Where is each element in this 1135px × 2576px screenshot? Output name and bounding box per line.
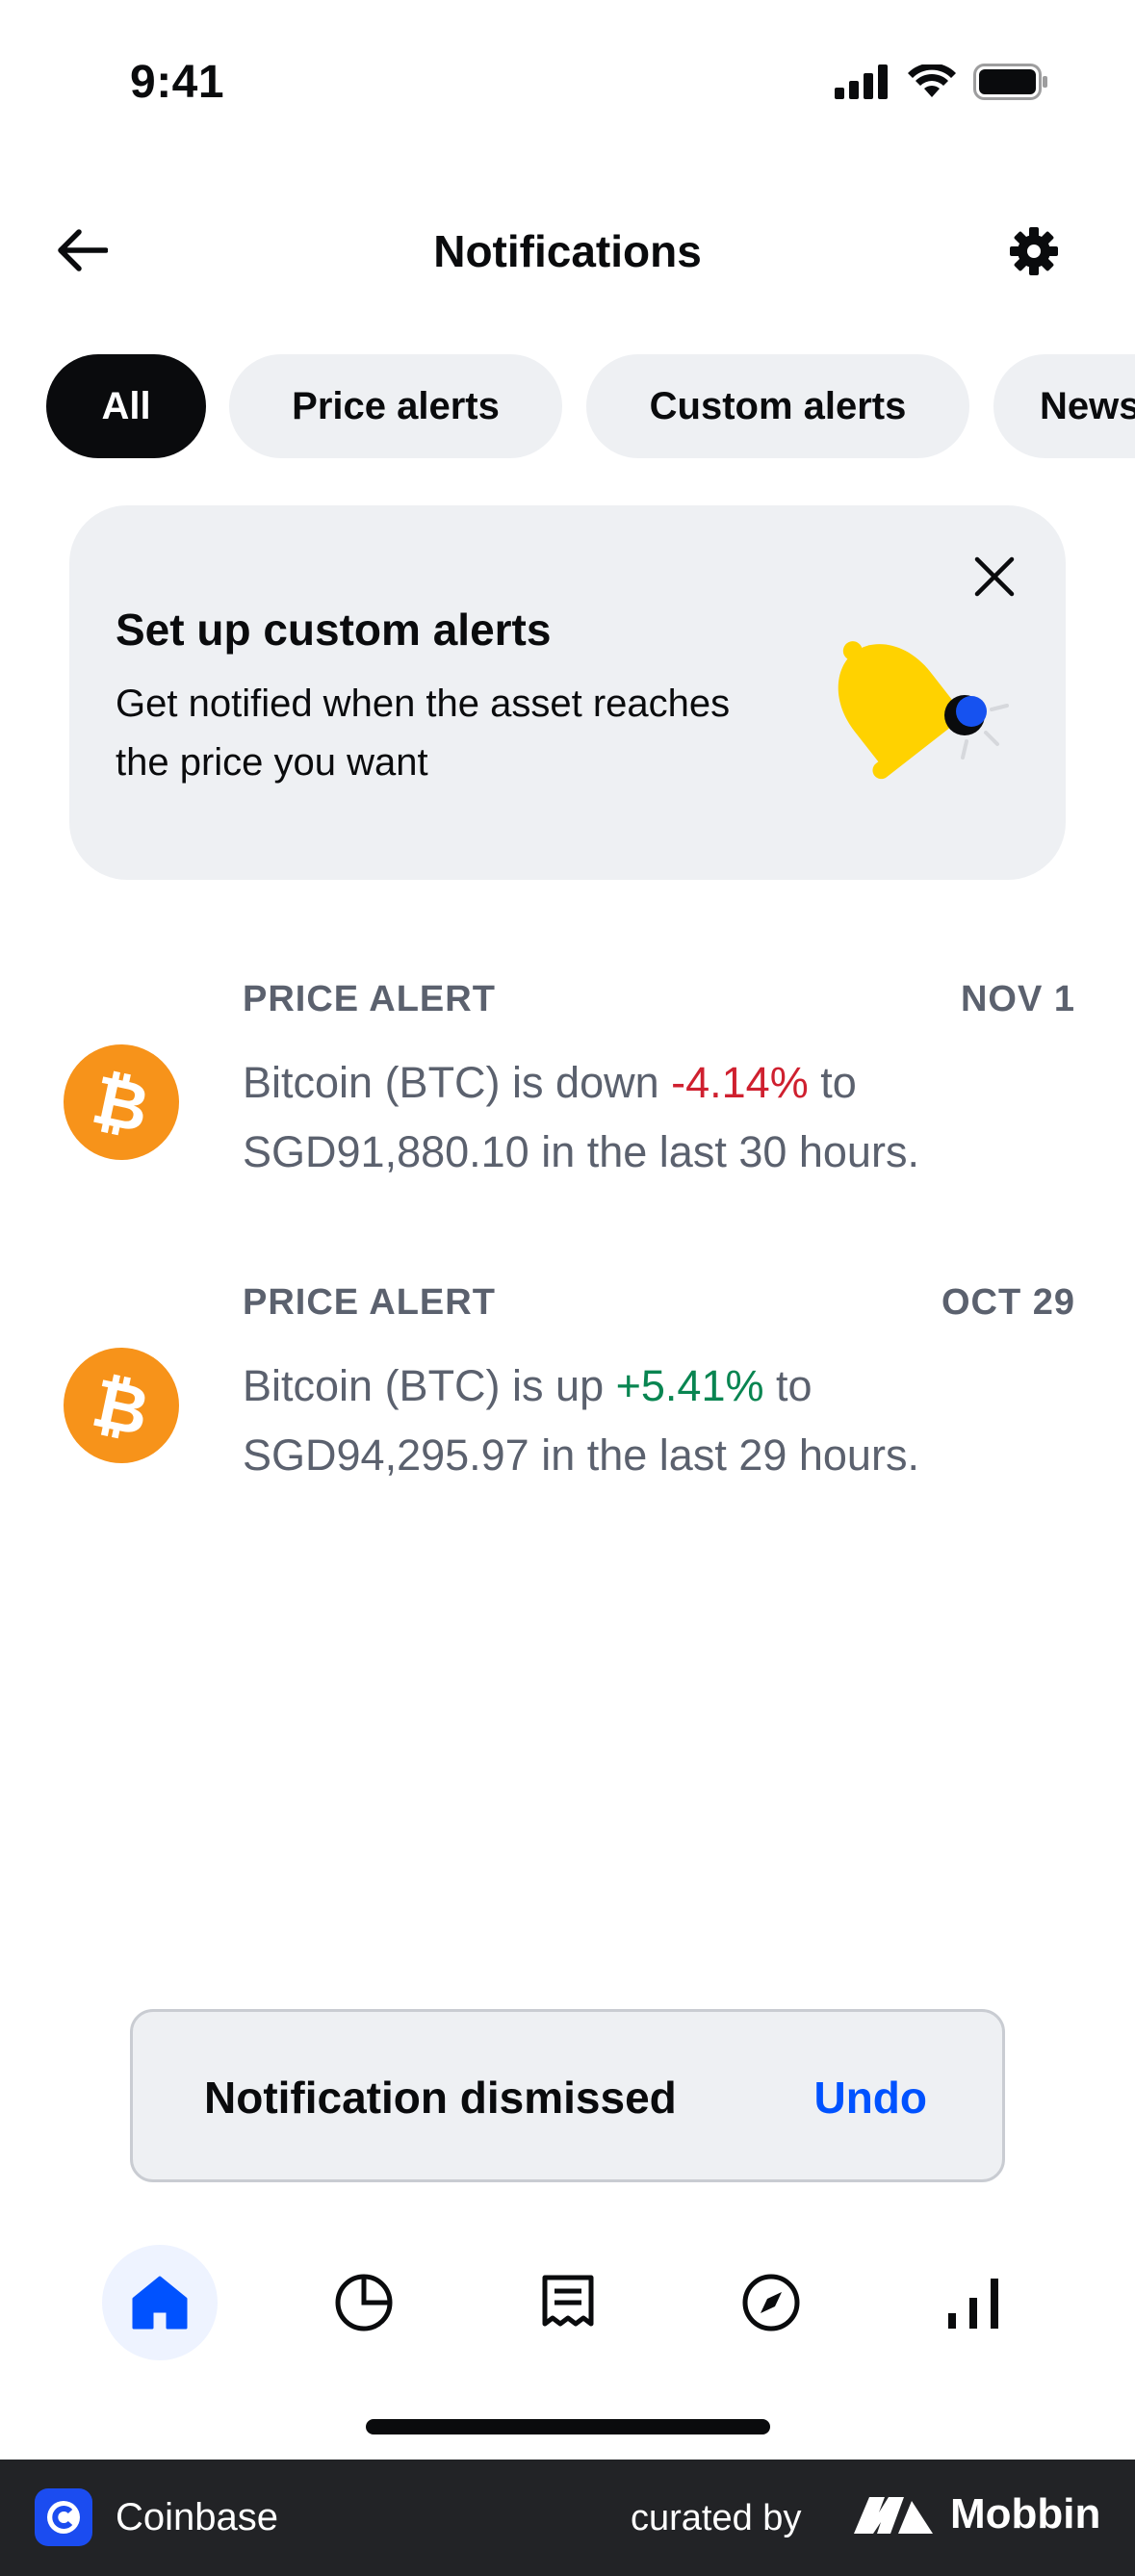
status-bar: 9:41: [0, 0, 1135, 164]
bell-illustration-icon: [838, 641, 1009, 780]
footer-app-name: Coinbase: [116, 2496, 279, 2538]
filter-chip-custom-alerts[interactable]: Custom alerts: [586, 354, 969, 458]
filter-chip-all[interactable]: All: [46, 354, 206, 458]
close-icon: [974, 556, 1015, 597]
notification-type: PRICE ALERT: [243, 1282, 496, 1323]
home-icon: [132, 2276, 188, 2330]
status-icons: [835, 64, 1048, 100]
svg-text:₿: ₿: [90, 1064, 152, 1141]
nav-news[interactable]: [510, 2245, 626, 2360]
portfolio-icon: [335, 2274, 393, 2331]
notification-text-before: Bitcoin (BTC) is up: [243, 1361, 616, 1410]
price-change-positive: +5.41%: [615, 1361, 764, 1410]
promo-body: Get notified when the asset reaches the …: [116, 683, 731, 784]
notification-item[interactable]: ₿ PRICE ALERT NOV 1 Bitcoin (BTC) is dow…: [0, 967, 1135, 1189]
filter-chips: All Price alerts Custom alerts News: [46, 354, 1135, 460]
page-title: Notifications: [433, 226, 702, 276]
price-change-negative: -4.14%: [671, 1058, 809, 1107]
header: Notifications: [0, 193, 1135, 308]
notification-text-before: Bitcoin (BTC) is down: [243, 1058, 672, 1107]
nav-markets[interactable]: [916, 2245, 1032, 2360]
mobbin-logo-icon: [854, 2497, 933, 2534]
undo-button[interactable]: Undo: [813, 2072, 927, 2124]
status-time: 9:41: [130, 57, 225, 108]
mobbin-brand: Mobbin: [852, 2490, 1100, 2538]
nav-portfolio[interactable]: [306, 2245, 422, 2360]
wifi-icon: [908, 64, 956, 97]
bottom-nav: [0, 2245, 1135, 2370]
promo-close-button[interactable]: [966, 548, 1023, 605]
notification-date: OCT 29: [941, 1282, 1075, 1323]
filter-chip-price-alerts[interactable]: Price alerts: [229, 354, 562, 458]
footer-curated-by: curated by: [631, 2498, 802, 2538]
footer-bar: Coinbase curated by Mobbin: [0, 2460, 1135, 2576]
notification-item[interactable]: ₿ PRICE ALERT OCT 29 Bitcoin (BTC) is up…: [0, 1271, 1135, 1492]
home-indicator: [366, 2419, 770, 2434]
dismissed-toast: Notification dismissed Undo: [130, 2009, 1005, 2182]
notification-date: NOV 1: [960, 979, 1075, 1019]
news-icon: [542, 2275, 594, 2327]
cellular-signal-icon: [835, 64, 888, 99]
notification-type: PRICE ALERT: [243, 979, 496, 1019]
custom-alerts-promo-card[interactable]: Set up custom alerts Get notified when t…: [69, 505, 1066, 880]
notification-text: Bitcoin (BTC) is up +5.41% to SGD94,295.…: [243, 1352, 1090, 1490]
coinbase-logo-icon: [35, 2488, 92, 2546]
footer-brand-name: Mobbin: [950, 2490, 1101, 2537]
gear-icon: [1010, 227, 1058, 275]
notification-text: Bitcoin (BTC) is down -4.14% to SGD91,88…: [243, 1048, 1090, 1187]
filter-chip-news[interactable]: News: [993, 354, 1135, 458]
toast-message: Notification dismissed: [204, 2073, 677, 2123]
svg-text:₿: ₿: [90, 1367, 152, 1444]
nav-home[interactable]: [102, 2245, 218, 2360]
bitcoin-icon: ₿: [64, 1348, 179, 1463]
bitcoin-icon: ₿: [64, 1044, 179, 1160]
nav-explore[interactable]: [713, 2245, 829, 2360]
bar-chart-icon: [948, 2279, 998, 2329]
promo-title: Set up custom alerts: [116, 605, 552, 655]
battery-icon: [973, 64, 1047, 100]
settings-button[interactable]: [1000, 218, 1068, 285]
compass-icon: [742, 2274, 800, 2331]
